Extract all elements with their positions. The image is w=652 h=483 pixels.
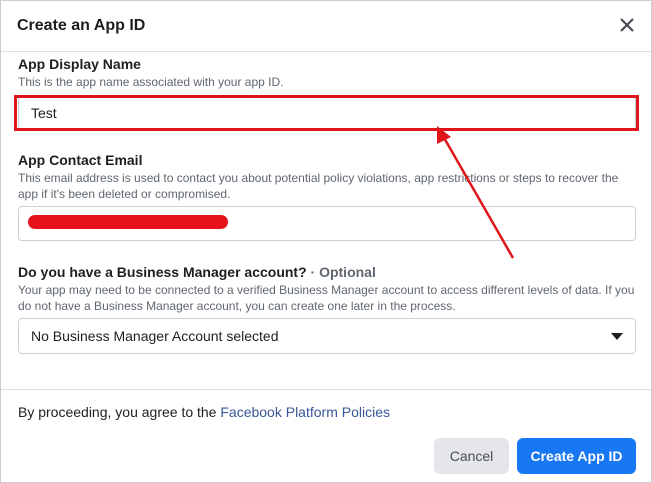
- footer-divider: [1, 389, 651, 390]
- platform-policies-link[interactable]: Facebook Platform Policies: [220, 404, 390, 420]
- annotation-highlight-box: [14, 95, 639, 131]
- policy-agreement-prefix: By proceeding, you agree to the: [18, 404, 217, 420]
- policy-agreement: By proceeding, you agree to the Facebook…: [18, 404, 390, 420]
- cancel-button[interactable]: Cancel: [434, 438, 509, 474]
- caret-down-icon: [611, 332, 623, 340]
- business-manager-question: Do you have a Business Manager account?: [18, 264, 307, 280]
- business-manager-selected: No Business Manager Account selected: [31, 328, 279, 344]
- business-manager-label: Do you have a Business Manager account? …: [18, 264, 376, 280]
- create-app-id-button[interactable]: Create App ID: [517, 438, 636, 474]
- optional-tag: · Optional: [310, 264, 376, 280]
- redaction-mark: [28, 215, 228, 229]
- app-contact-email-help: This email address is used to contact yo…: [18, 171, 619, 201]
- create-app-id-dialog: Create an App ID App Display Name This i…: [0, 0, 652, 483]
- app-display-name-help: This is the app name associated with you…: [18, 75, 284, 89]
- business-manager-help: Your app may need to be connected to a v…: [18, 283, 635, 313]
- app-contact-email-label: App Contact Email: [18, 152, 143, 168]
- dialog-header: Create an App ID: [1, 1, 651, 52]
- business-manager-select[interactable]: No Business Manager Account selected: [18, 318, 636, 354]
- close-icon[interactable]: [617, 15, 637, 35]
- dialog-title: Create an App ID: [17, 17, 146, 34]
- app-display-name-label: App Display Name: [18, 56, 141, 72]
